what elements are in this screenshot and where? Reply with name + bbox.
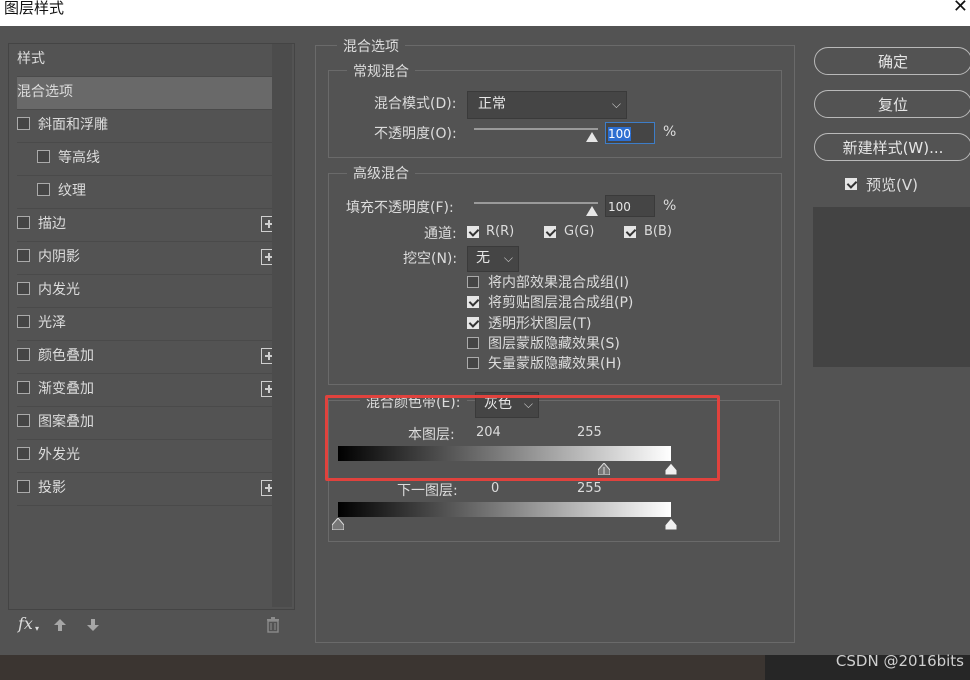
fx-icon[interactable]: fx xyxy=(18,614,33,633)
trash-icon[interactable] xyxy=(266,617,280,633)
transparency-shapes-label: 透明形状图层(T) xyxy=(488,316,592,332)
styles-header: 样式 xyxy=(17,44,281,77)
channel-r-label: R(R) xyxy=(486,224,515,239)
general-blending-title: 常规混合 xyxy=(347,61,415,81)
fill-slider-track[interactable] xyxy=(474,202,598,204)
checkbox[interactable] xyxy=(17,381,30,394)
channel-b-checkbox[interactable] xyxy=(624,226,636,238)
blend-interior-label: 将内部效果混合成组(I) xyxy=(488,275,630,291)
channel-b-label: B(B) xyxy=(644,224,672,239)
sidebar-item-inner-shadow[interactable]: 内阴影 xyxy=(17,242,281,275)
preview-label: 预览(V) xyxy=(866,176,918,194)
fill-slider-thumb[interactable] xyxy=(586,206,598,216)
blend-clipped-checkbox[interactable] xyxy=(467,296,479,308)
sidebar-item-bevel-emboss[interactable]: 斜面和浮雕 xyxy=(17,110,281,143)
sidebar-item-gradient-overlay[interactable]: 渐变叠加 xyxy=(17,374,281,407)
checkbox[interactable] xyxy=(37,183,50,196)
checkbox[interactable] xyxy=(17,480,30,493)
checkbox[interactable] xyxy=(17,117,30,130)
checkbox[interactable] xyxy=(17,348,30,361)
layer-mask-hides-label: 图层蒙版隐藏效果(S) xyxy=(488,336,620,352)
checkbox[interactable] xyxy=(37,150,50,163)
blend-options-title: 混合选项 xyxy=(337,36,405,56)
sidebar-item-blend-options[interactable]: 混合选项 xyxy=(17,77,281,110)
reset-button[interactable]: 复位 xyxy=(814,90,970,118)
checkbox[interactable] xyxy=(17,282,30,295)
checkbox[interactable] xyxy=(17,447,30,460)
background-canvas xyxy=(0,655,970,680)
sidebar-item-drop-shadow[interactable]: 投影 xyxy=(17,473,281,506)
scrollbar[interactable] xyxy=(272,44,292,607)
blend-interior-checkbox[interactable] xyxy=(467,276,479,288)
opacity-slider-thumb[interactable] xyxy=(586,132,598,142)
advanced-blending-title: 高级混合 xyxy=(347,163,415,183)
sidebar-item-outer-glow[interactable]: 外发光 xyxy=(17,440,281,473)
annotation-highlight-box xyxy=(325,395,720,481)
channel-r-checkbox[interactable] xyxy=(467,226,479,238)
fx-dropdown-icon[interactable]: ▾ xyxy=(35,624,39,633)
ok-button[interactable]: 确定 xyxy=(814,47,970,75)
blend-mode-select[interactable]: 正常 ⌵ xyxy=(467,91,627,119)
fill-opacity-percent: % xyxy=(663,198,677,214)
layer-mask-hides-checkbox[interactable] xyxy=(467,337,479,349)
sidebar-item-satin[interactable]: 光泽 xyxy=(17,308,281,341)
channel-g-label: G(G) xyxy=(564,224,595,239)
chevron-down-icon: ⌵ xyxy=(503,251,513,265)
blend-mode-label: 混合模式(D): xyxy=(374,96,457,112)
channel-g-checkbox[interactable] xyxy=(544,226,556,238)
sidebar-item-contour[interactable]: 等高线 xyxy=(17,143,281,176)
vector-mask-hides-checkbox[interactable] xyxy=(467,357,479,369)
knockout-label: 挖空(N): xyxy=(403,251,458,267)
channels-label: 通道: xyxy=(424,226,457,242)
fill-opacity-label: 填充不透明度(F): xyxy=(346,200,454,216)
sidebar-item-texture[interactable]: 纹理 xyxy=(17,176,281,209)
close-icon[interactable]: ✕ xyxy=(953,0,968,17)
transparency-shapes-checkbox[interactable] xyxy=(467,317,479,329)
fill-opacity-input[interactable]: 100 xyxy=(605,195,655,217)
underlying-low-value: 0 xyxy=(491,481,500,496)
window-title: 图层样式 xyxy=(4,0,65,17)
vector-mask-hides-label: 矢量蒙版隐藏效果(H) xyxy=(488,356,622,372)
arrow-up-icon[interactable] xyxy=(53,618,67,632)
preview-thumbnail xyxy=(813,207,970,367)
sidebar-item-pattern-overlay[interactable]: 图案叠加 xyxy=(17,407,281,440)
underlying-white-marker[interactable] xyxy=(665,518,677,530)
sidebar-item-stroke[interactable]: 描边 xyxy=(17,209,281,242)
underlying-high-value: 255 xyxy=(577,481,602,496)
underlying-black-marker[interactable] xyxy=(332,518,344,530)
opacity-slider-track[interactable] xyxy=(474,128,598,130)
checkbox[interactable] xyxy=(17,315,30,328)
arrow-down-icon[interactable] xyxy=(86,618,100,632)
preview-checkbox[interactable] xyxy=(845,178,857,190)
opacity-input[interactable]: 100 xyxy=(605,122,655,144)
watermark: CSDN @2016bits xyxy=(835,652,964,670)
styles-panel: 样式 混合选项 斜面和浮雕 等高线 纹理 描边 内阴影 内发光 光泽 颜色叠加 … xyxy=(8,43,295,610)
sidebar-item-color-overlay[interactable]: 颜色叠加 xyxy=(17,341,281,374)
checkbox[interactable] xyxy=(17,414,30,427)
knockout-select[interactable]: 无 ⌵ xyxy=(467,246,519,272)
sidebar-item-inner-glow[interactable]: 内发光 xyxy=(17,275,281,308)
checkbox[interactable] xyxy=(17,216,30,229)
underlying-gradient xyxy=(338,502,671,517)
blend-clipped-label: 将剪贴图层混合成组(P) xyxy=(488,295,634,311)
new-style-button[interactable]: 新建样式(W)... xyxy=(814,133,970,161)
opacity-percent: % xyxy=(663,124,677,140)
checkbox[interactable] xyxy=(17,249,30,262)
title-bar: 图层样式 ✕ xyxy=(0,0,970,26)
chevron-down-icon: ⌵ xyxy=(611,97,621,111)
opacity-label: 不透明度(O): xyxy=(374,126,457,142)
underlying-layer-label: 下一图层: xyxy=(397,483,458,499)
